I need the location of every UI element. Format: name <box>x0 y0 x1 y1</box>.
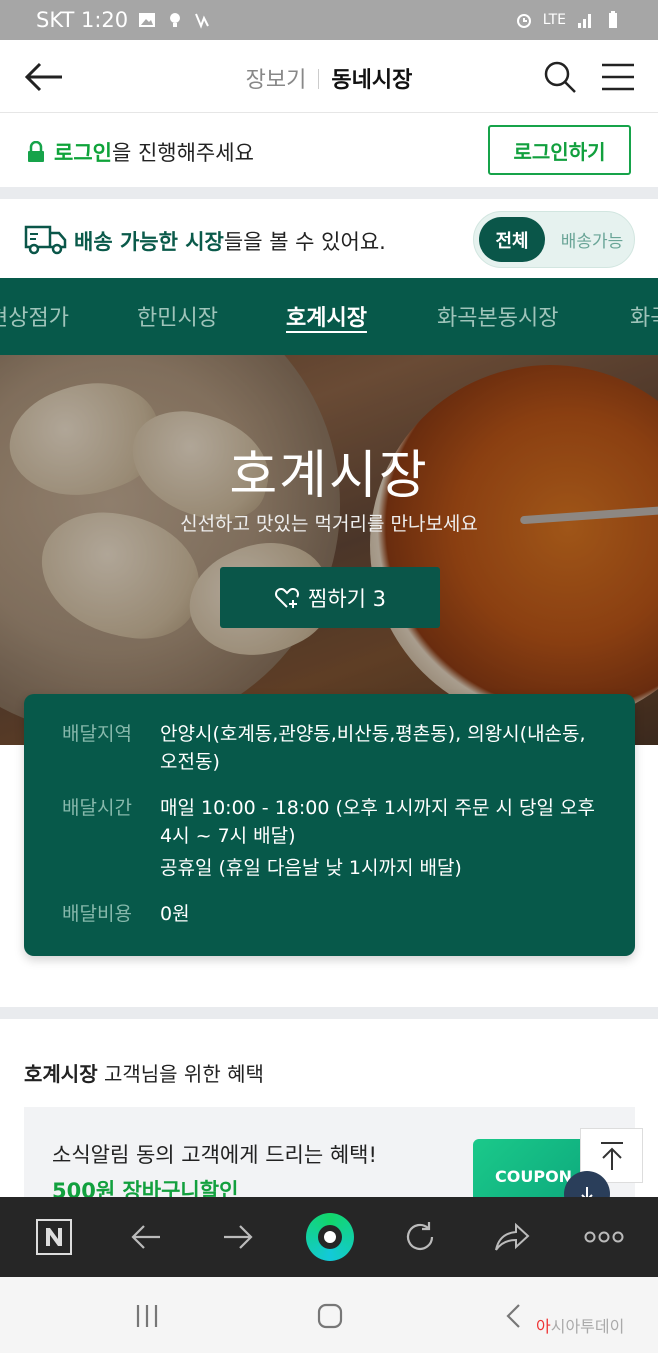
nav-title-right[interactable]: 동네시장 <box>331 68 412 93</box>
watermark-part2: 시아투데이 <box>550 1317 625 1336</box>
benefit-title: 호계시장 고객님을 위한 혜택 <box>24 1058 264 1087</box>
carrier-time: SKT 1:20 <box>36 8 129 32</box>
delivery-fee-value: 0원 <box>160 903 190 925</box>
hero-overlay <box>0 355 658 745</box>
naver-n-icon <box>36 1219 72 1255</box>
tab-market-active[interactable]: 호계시장 <box>286 300 367 332</box>
favorite-button[interactable]: 찜하기 3 <box>220 567 440 628</box>
delivery-area-value: 안양시(호계동,관양동,비산동,평촌동), 의왕시(내손동,오전동) <box>160 723 586 773</box>
delivery-description-highlight: 배송 가능한 시장 <box>74 230 224 254</box>
hero-banner: 호계시장 신선하고 맛있는 먹거리를 만나보세요 찜하기 3 <box>0 355 658 745</box>
delivery-fee-row: 배달비용 0원 <box>62 900 600 928</box>
recent-apps-icon[interactable] <box>134 1303 160 1329</box>
title-divider <box>318 69 320 89</box>
gallery-icon <box>139 13 156 27</box>
holiday-row: 공휴일 (휴일 다음날 낮 1시까지 배달) <box>62 854 600 882</box>
nav-title-left[interactable]: 장보기 <box>246 68 307 93</box>
bulb-icon <box>170 13 181 27</box>
section-divider <box>0 1007 658 1019</box>
hero-subtitle: 신선하고 맛있는 먹거리를 만나보세요 <box>180 513 478 535</box>
more-dots-icon <box>584 1231 624 1243</box>
delivery-filter-row: 배송 가능한 시장들을 볼 수 있어요. 전체 배송가능 <box>0 199 658 278</box>
tab-market[interactable]: 화곡본동시장 <box>437 300 558 332</box>
system-back-icon[interactable] <box>505 1303 523 1329</box>
watermark: 아시아투데이 <box>536 1313 624 1337</box>
refresh-icon <box>406 1222 434 1250</box>
delivery-time-label: 배달시간 <box>62 797 132 819</box>
login-message-rest: 을 진행해주세요 <box>111 141 254 165</box>
benefit-title-rest: 고객님을 위한 혜택 <box>97 1062 264 1086</box>
green-dot-center <box>324 1231 336 1243</box>
green-dot-inner <box>318 1225 342 1249</box>
delivery-toggle[interactable]: 전체 배송가능 <box>473 211 635 268</box>
delivery-description-rest: 들을 볼 수 있어요. <box>223 230 386 254</box>
delivery-info-card: 배달지역 안양시(호계동,관양동,비산동,평촌동), 의왕시(내손동,오전동) … <box>24 694 635 956</box>
alarm-icon <box>516 14 531 28</box>
browser-forward-button[interactable] <box>216 1215 260 1259</box>
holiday-label-spacer <box>62 854 160 882</box>
browser-back-button[interactable] <box>124 1215 168 1259</box>
naver-home-button[interactable] <box>32 1215 76 1259</box>
tab-market[interactable]: 화곡 <box>630 300 658 332</box>
login-button[interactable]: 로그인하기 <box>488 125 631 175</box>
toggle-all-option[interactable]: 전체 <box>479 217 545 262</box>
battery-icon <box>609 11 617 28</box>
refresh-button[interactable] <box>398 1215 442 1259</box>
delivery-area-label: 배달지역 <box>62 723 132 745</box>
home-icon[interactable] <box>316 1302 344 1330</box>
back-icon <box>131 1225 160 1249</box>
lock-icon <box>28 141 44 162</box>
share-icon <box>495 1222 530 1251</box>
cell-signal-icon <box>578 14 591 28</box>
search-icon[interactable] <box>543 60 577 94</box>
share-button[interactable] <box>490 1215 534 1259</box>
delivery-fee-label: 배달비용 <box>62 903 132 925</box>
arrow-up-icon <box>600 1141 623 1170</box>
status-bar: SKT 1:20 LTE <box>0 0 658 40</box>
hero-title: 호계시장 <box>229 446 429 506</box>
green-dot-button[interactable] <box>306 1213 354 1261</box>
section-divider <box>0 187 658 199</box>
truck-icon <box>24 225 67 255</box>
delivery-time-value: 매일 10:00 - 18:00 (오후 1시까지 주문 시 당일 오후 4시 … <box>160 797 595 847</box>
browser-toolbar <box>0 1197 658 1277</box>
holiday-value: 공휴일 (휴일 다음날 낮 1시까지 배달) <box>160 857 462 879</box>
forward-icon <box>224 1225 253 1249</box>
tab-market[interactable]: 한민시장 <box>137 300 218 332</box>
network-label: LTE <box>542 12 566 28</box>
delivery-description: 배송 가능한 시장들을 볼 수 있어요. <box>74 226 386 256</box>
top-nav: 장보기 동네시장 <box>0 40 658 113</box>
delivery-area-row: 배달지역 안양시(호계동,관양동,비산동,평촌동), 의왕시(내손동,오전동) <box>62 720 600 776</box>
heart-plus-icon <box>275 587 299 608</box>
login-message: 로그인 을 진행해주세요 <box>26 137 254 167</box>
delivery-time-row: 배달시간 매일 10:00 - 18:00 (오후 1시까지 주문 시 당일 오… <box>62 794 600 850</box>
tab-market[interactable]: 현상점가 <box>0 300 69 332</box>
watermark-part1: 아 <box>536 1317 551 1336</box>
system-nav-bar: 아시아투데이 <box>0 1277 658 1353</box>
signal-off-icon <box>195 13 210 29</box>
login-message-highlight: 로그인 <box>54 141 112 165</box>
market-tabs: 현상점가 한민시장 호계시장 화곡본동시장 화곡 <box>0 278 658 355</box>
toggle-deliverable-option[interactable]: 배송가능 <box>552 212 632 267</box>
benefit-title-market: 호계시장 <box>24 1062 98 1086</box>
more-menu-button[interactable] <box>582 1215 626 1259</box>
login-bar: 로그인 을 진행해주세요 로그인하기 <box>0 113 658 187</box>
hamburger-menu-icon[interactable] <box>600 62 636 92</box>
favorite-label: 찜하기 3 <box>308 586 386 611</box>
coupon-description: 소식알림 동의 고객에게 드리는 혜택! <box>52 1143 377 1167</box>
